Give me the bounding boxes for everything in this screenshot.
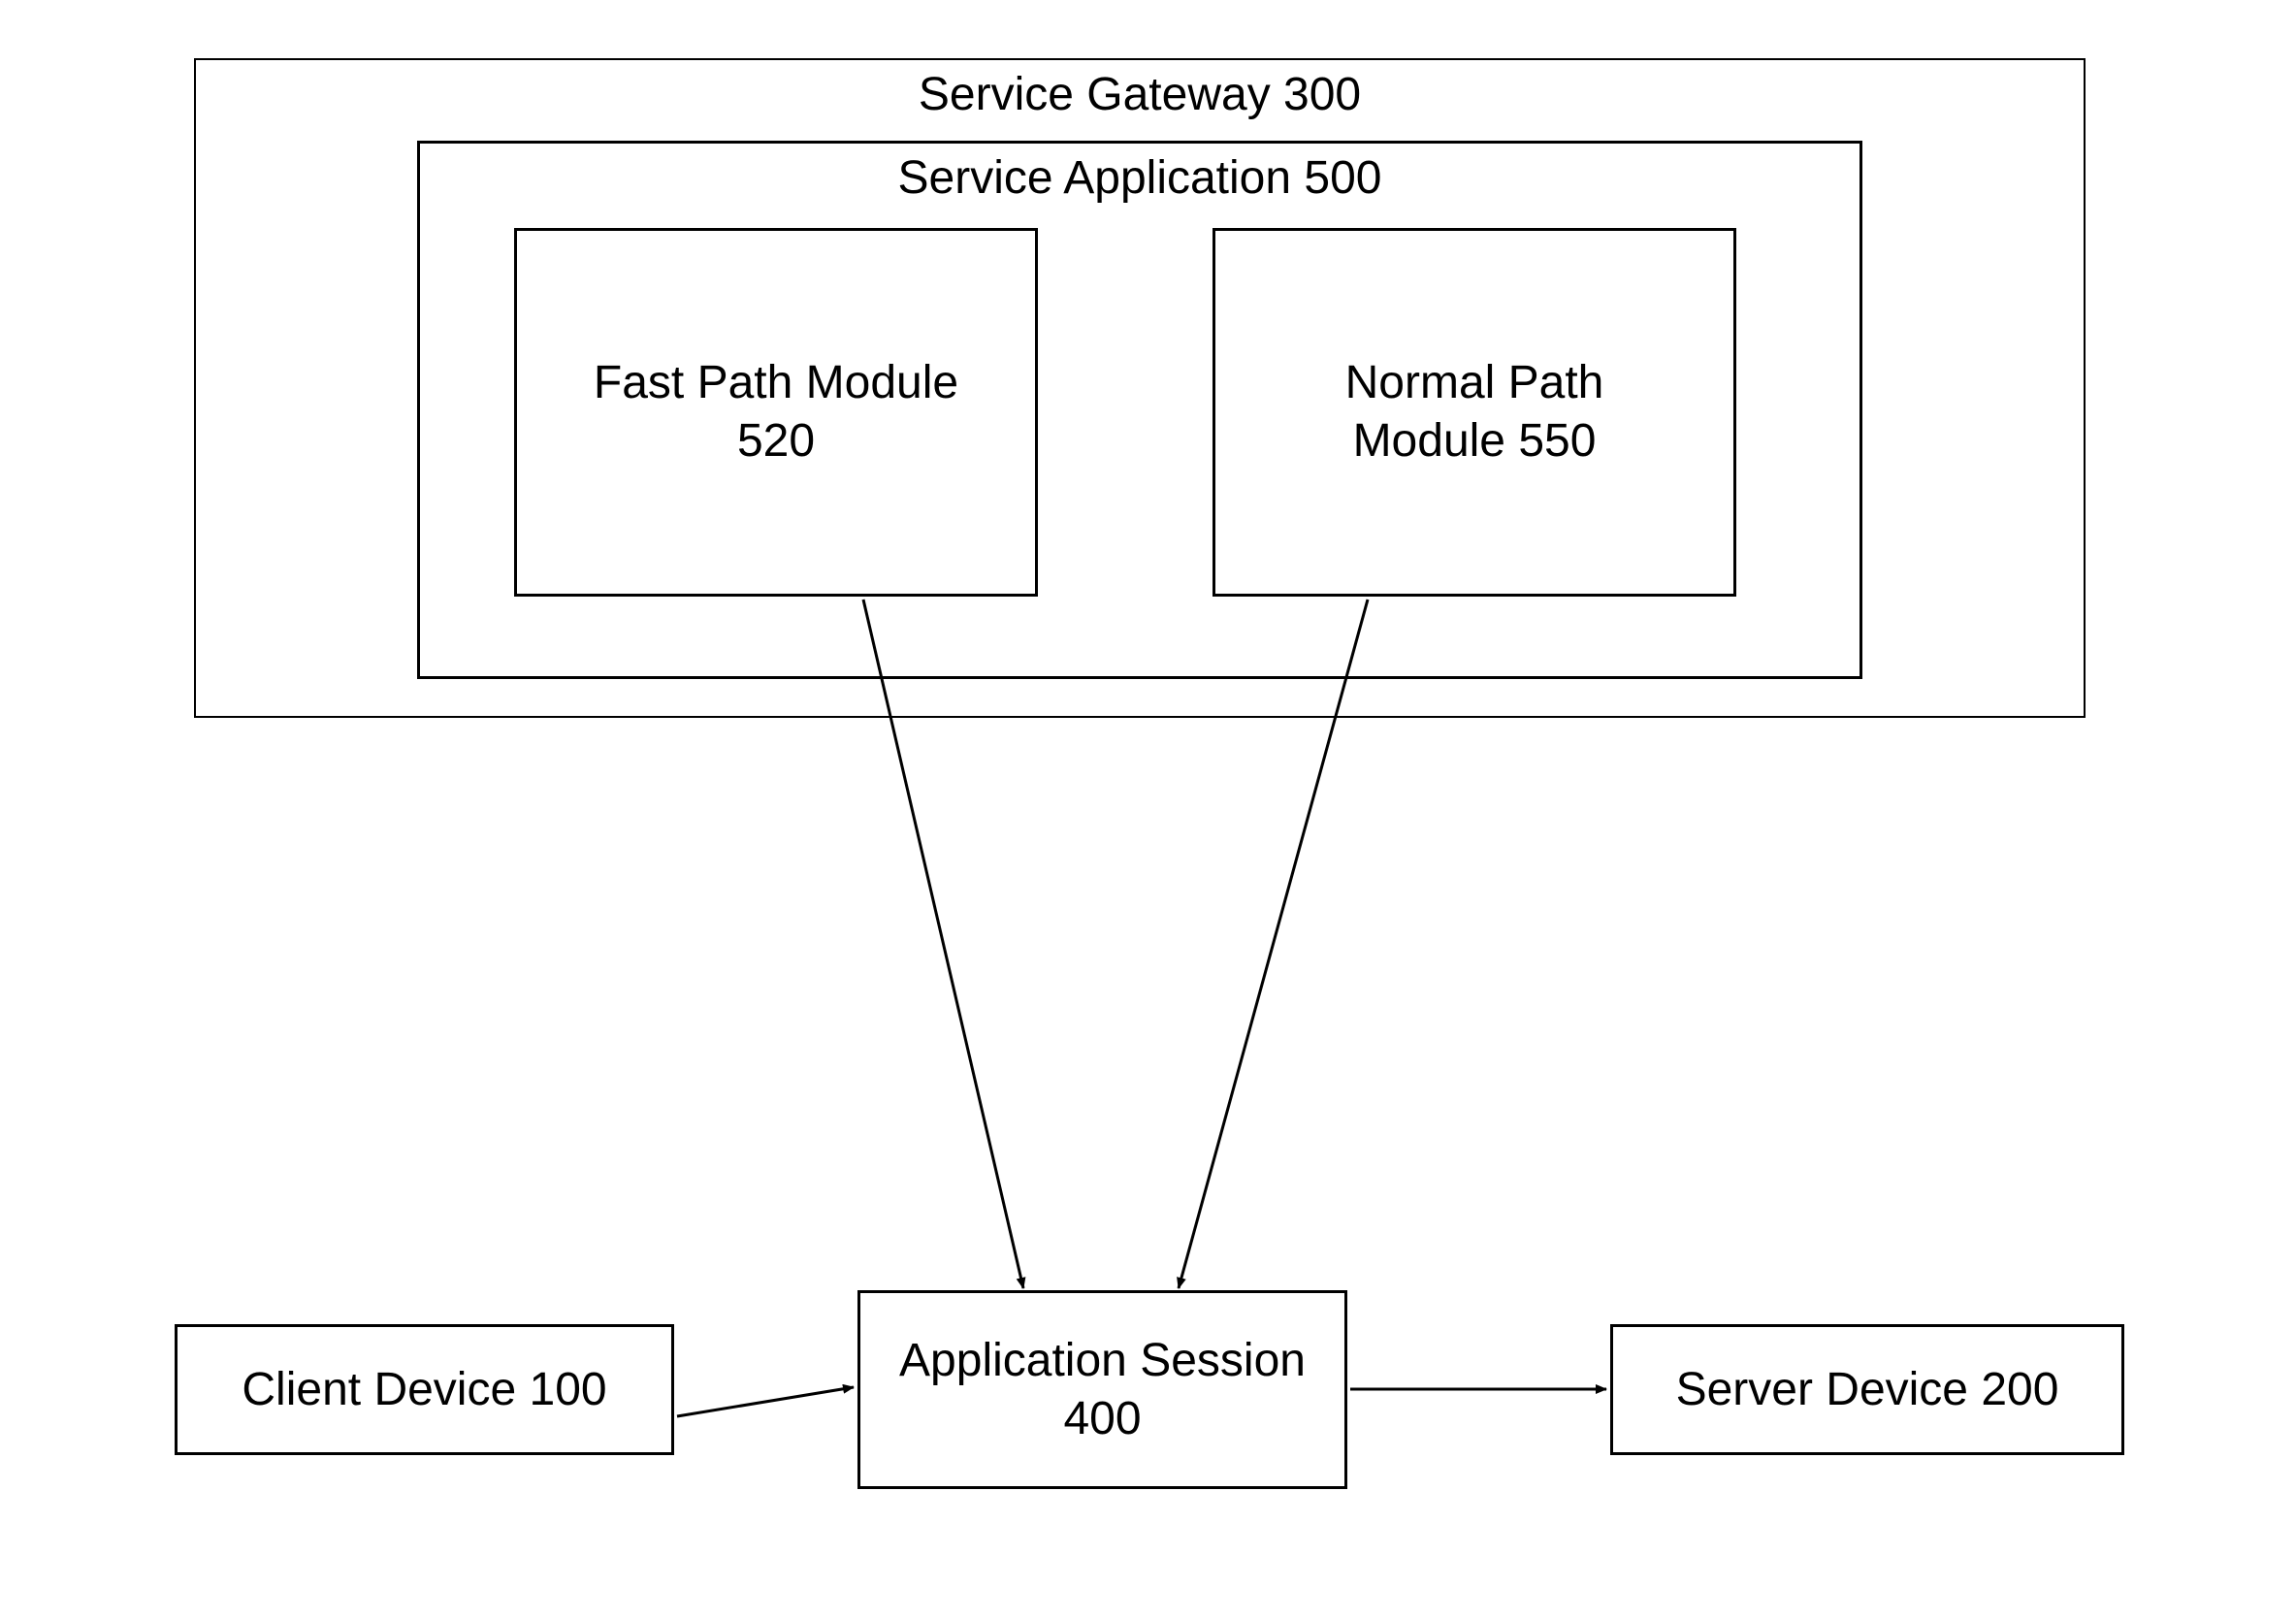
normal-path-module-line1: Normal Path — [1345, 354, 1604, 412]
application-session-box: Application Session 400 — [857, 1290, 1347, 1489]
server-device-box: Server Device 200 — [1610, 1324, 2124, 1455]
normal-path-module-box: Normal Path Module 550 — [1213, 228, 1736, 597]
fast-path-module-line2: 520 — [737, 412, 815, 470]
client-device-label: Client Device 100 — [242, 1361, 606, 1419]
server-device-label: Server Device 200 — [1676, 1361, 2059, 1419]
application-session-line1: Application Session — [899, 1332, 1306, 1390]
normal-path-module-line2: Module 550 — [1353, 412, 1597, 470]
service-application-title: Service Application 500 — [898, 144, 1382, 208]
fast-path-module-line1: Fast Path Module — [594, 354, 958, 412]
fast-path-module-box: Fast Path Module 520 — [514, 228, 1038, 597]
application-session-line2: 400 — [1063, 1390, 1141, 1448]
service-gateway-title: Service Gateway 300 — [919, 60, 1361, 124]
client-device-box: Client Device 100 — [175, 1324, 674, 1455]
arrow-client-to-session — [677, 1387, 854, 1416]
